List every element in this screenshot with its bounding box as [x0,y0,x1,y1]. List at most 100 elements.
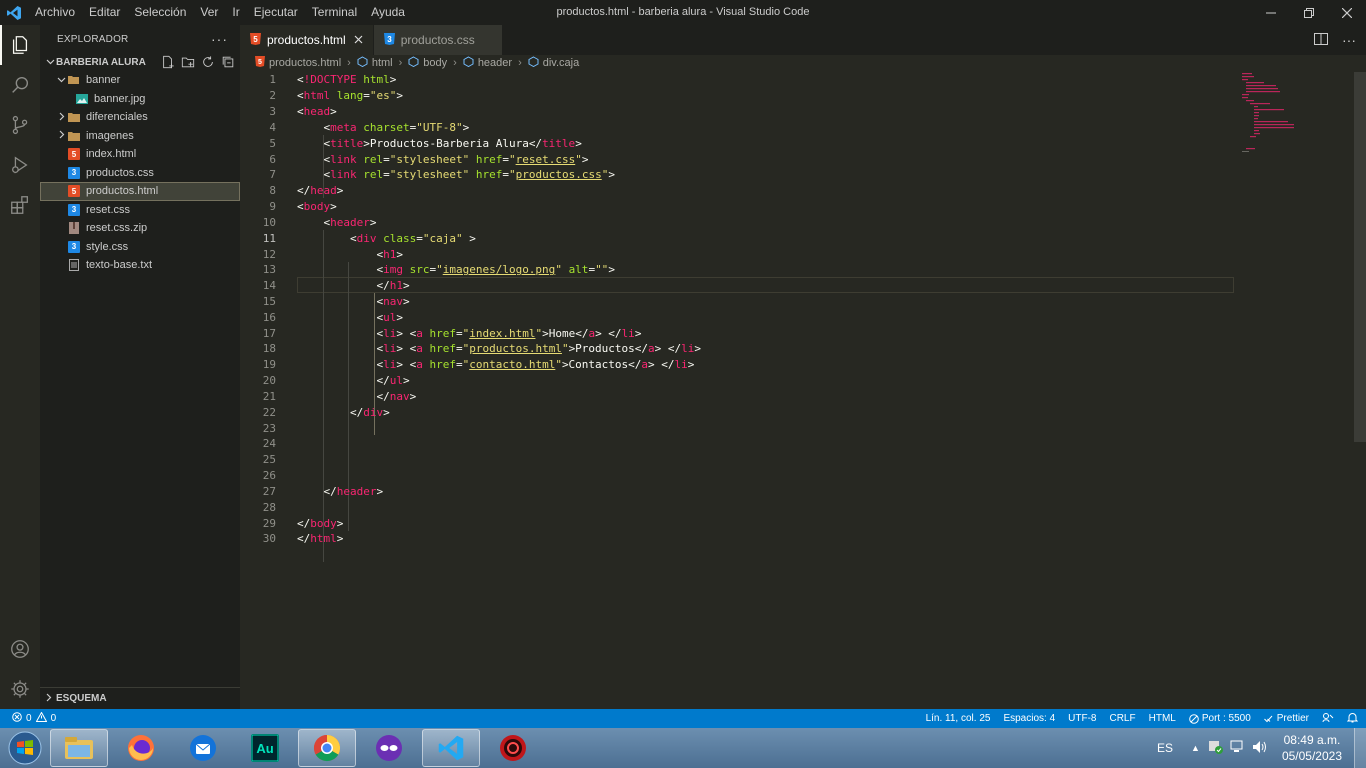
audition-taskbar-icon[interactable]: Au [236,729,294,767]
search-icon[interactable] [0,65,40,105]
tree-file-reset-css-zip[interactable]: reset.css.zip [40,219,240,238]
tab-productos-css[interactable]: 3 productos.css [373,25,503,55]
code-line-current: 11 <div class="caja" > [262,231,476,245]
tree-file-banner-jpg[interactable]: banner.jpg [40,90,240,109]
restore-icon[interactable] [1290,0,1328,25]
code-line: 4 <meta charset="UTF-8"> [269,120,470,134]
more-actions-icon[interactable]: ··· [1342,32,1356,48]
menu-archivo[interactable]: Archivo [28,0,82,25]
outline-section[interactable]: ESQUEMA [40,687,240,709]
more-actions-icon[interactable]: ··· [211,31,228,47]
svg-text:Au: Au [256,741,273,756]
code-line: 25 [262,453,276,467]
tab-productos-html[interactable]: 5 productos.html [240,25,374,55]
thunderbird-taskbar-icon[interactable] [174,729,232,767]
refresh-icon[interactable] [200,54,216,70]
minimize-icon[interactable] [1252,0,1290,25]
start-button[interactable] [0,728,50,768]
code-editor[interactable]: 1 <!DOCTYPE html> 2 <html lang="es"> 3 <hea… [240,72,1240,562]
explorer-icon[interactable] [0,25,40,65]
code-line: 17 <li> <a href="index.html">Home</a> </… [262,326,642,340]
breadcrumb-item[interactable]: productos.html [269,57,341,69]
chevron-right-icon: › [453,57,457,69]
action-center-icon[interactable] [1208,740,1224,757]
minimap[interactable] [1240,72,1353,152]
clock[interactable]: 08:49 a.m. 05/05/2023 [1282,732,1342,764]
collapse-all-icon[interactable] [220,54,236,70]
new-file-icon[interactable] [160,54,176,70]
chevron-right-icon [44,693,56,705]
breadcrumb-item[interactable]: html [372,57,393,69]
windows-taskbar: Au ES ▲ 08:49 a.m. 05/05/2023 [0,728,1366,768]
tree-file-texto-base-txt[interactable]: texto-base.txt [40,256,240,275]
css-file-icon: 3 [383,32,395,48]
app-mask-taskbar-icon[interactable] [360,729,418,767]
menu-ejecutar[interactable]: Ejecutar [247,0,305,25]
breadcrumb-item[interactable]: body [423,57,447,69]
settings-gear-icon[interactable] [0,669,40,709]
feedback-icon[interactable] [1322,712,1334,726]
split-editor-icon[interactable] [1314,32,1328,48]
outline-label: ESQUEMA [56,693,107,704]
firefox-taskbar-icon[interactable] [112,729,170,767]
code-line: 9 <body> [269,200,337,214]
notifications-bell-icon[interactable] [1346,712,1359,726]
breadcrumb-item[interactable]: header [478,57,512,69]
tree-item-label: reset.css.zip [86,222,148,235]
live-server-button[interactable]: Port : 5500 [1189,713,1251,724]
extensions-icon[interactable] [0,185,40,225]
language-mode[interactable]: HTML [1149,713,1176,724]
error-icon [12,712,22,725]
tree-file-reset-css[interactable]: 3 reset.css [40,201,240,220]
problems-indicator[interactable]: 0 0 [0,711,56,725]
app-red-gear-taskbar-icon[interactable] [484,729,542,767]
tree-item-label: diferenciales [86,111,148,124]
breadcrumb-item[interactable]: div.caja [543,57,579,69]
chevron-down-icon [54,75,68,86]
tree-file-productos-css[interactable]: 3 productos.css [40,164,240,183]
end-of-line[interactable]: CRLF [1109,713,1135,724]
file-explorer-taskbar-icon[interactable] [50,729,108,767]
tree-folder-banner[interactable]: banner [40,71,240,90]
menu-ver[interactable]: Ver [193,0,225,25]
tree-folder-imagenes[interactable]: imagenes [40,127,240,146]
close-window-icon[interactable] [1328,0,1366,25]
input-language[interactable]: ES [1157,741,1173,755]
accounts-icon[interactable] [0,629,40,669]
code-line: 12 <h1> [262,247,403,261]
chrome-taskbar-icon[interactable] [298,729,356,767]
cursor-position[interactable]: Lín. 11, col. 25 [926,713,991,724]
encoding[interactable]: UTF-8 [1068,713,1096,724]
source-control-icon[interactable] [0,105,40,145]
menu-seleccion[interactable]: Selección [127,0,193,25]
tree-file-productos-html[interactable]: 5 productos.html [40,182,240,201]
image-file-icon [76,93,88,105]
prettier-button[interactable]: Prettier [1263,713,1309,724]
show-hidden-icons-icon[interactable]: ▲ [1191,743,1200,753]
prettier-label: Prettier [1276,713,1309,724]
warning-icon [35,711,47,725]
tree-file-index-html[interactable]: 5 index.html [40,145,240,164]
tab-bar: 5 productos.html 3 productos.css ··· [240,25,1366,55]
menu-terminal[interactable]: Terminal [305,0,364,25]
vscode-taskbar-icon[interactable] [422,729,480,767]
volume-icon[interactable] [1252,740,1268,757]
indentation[interactable]: Espacios: 4 [1003,713,1055,724]
element-icon [357,56,368,70]
tree-file-style-css[interactable]: 3 style.css [40,238,240,257]
menu-editar[interactable]: Editar [82,0,127,25]
workspace-section[interactable]: BARBERIA ALURA [40,53,240,71]
editor-scrollbar[interactable] [1354,72,1366,442]
windows-logo-icon [8,731,42,765]
show-desktop-button[interactable] [1354,728,1366,768]
text-file-icon [68,259,80,272]
run-debug-icon[interactable] [0,145,40,185]
tree-folder-diferenciales[interactable]: diferenciales [40,108,240,127]
breadcrumb: 5 productos.html › html › body › header … [240,55,1366,71]
close-tab-icon[interactable] [354,33,363,47]
new-folder-icon[interactable] [180,54,196,70]
network-icon[interactable] [1230,740,1246,757]
menu-ir[interactable]: Ir [225,0,246,25]
menu-ayuda[interactable]: Ayuda [364,0,412,25]
html-file-icon: 5 [68,185,80,198]
